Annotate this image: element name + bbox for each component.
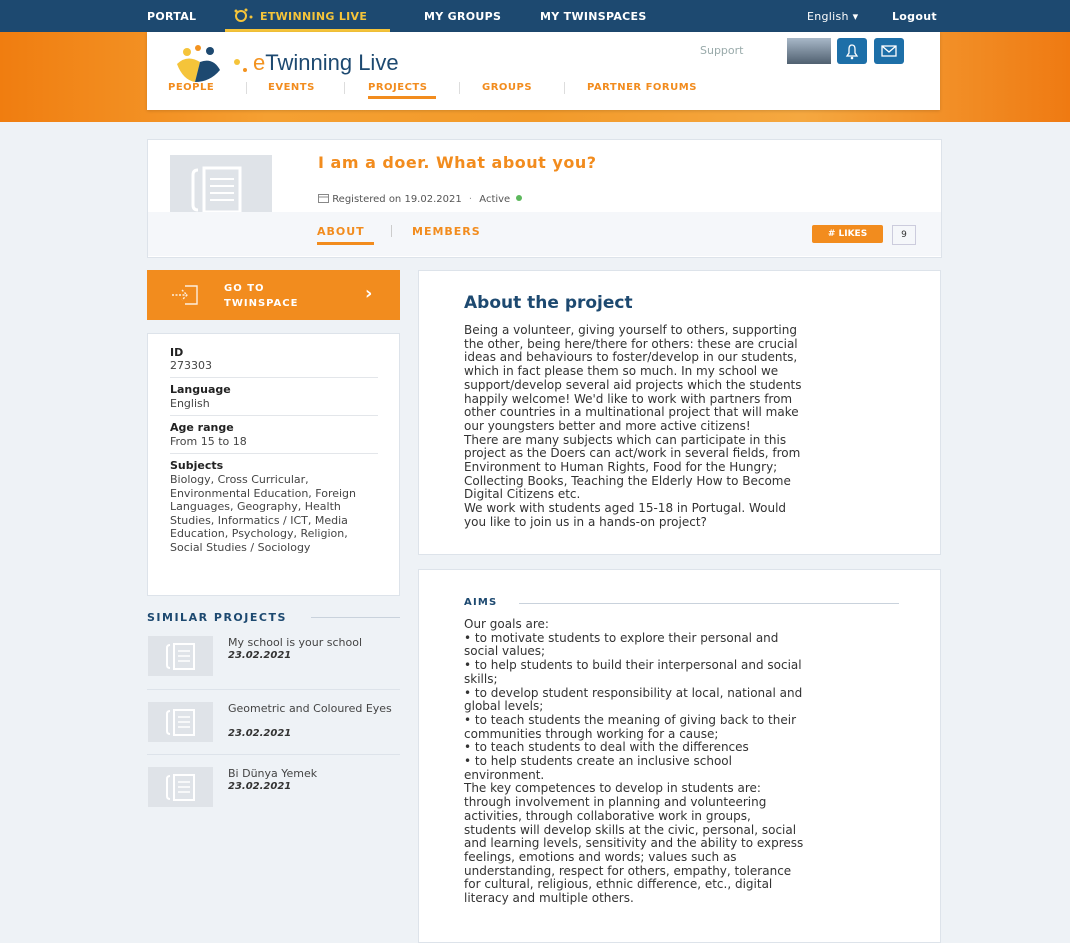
project-title: I am a doer. What about you? [318,153,597,172]
go-to-twinspace-button[interactable]: GO TO TWINSPACE › [147,270,400,320]
similar-project-title[interactable]: Bi Dünya Yemek [228,768,398,780]
similar-project-date: 23.02.2021 [228,650,292,661]
nav-my-twinspaces[interactable]: MY TWINSPACES [540,10,647,23]
etwinning-live-logo[interactable]: eTwinning Live [253,50,399,76]
similar-project-thumbnail[interactable] [148,636,213,676]
about-project-card: About the project Being a volunteer, giv… [418,270,941,555]
divider [147,754,400,755]
language-label: English [807,10,849,23]
etwinning-logo-icon [177,45,247,82]
aims-card: AIMS Our goals are: • to motivate studen… [418,569,941,943]
support-link[interactable]: Support [700,44,743,57]
top-navigation-bar: PORTAL ETWINNING LIVE MY GROUPS MY TWINS… [0,0,1070,32]
bell-icon [845,44,859,60]
nav-events[interactable]: EVENTS [268,82,315,93]
logout-link[interactable]: Logout [892,10,937,23]
projects-active-underline [368,96,436,99]
subjects-label: Subjects [170,459,224,472]
nav-my-groups[interactable]: MY GROUPS [424,10,501,23]
notifications-button[interactable] [837,38,867,64]
aims-text: Our goals are: • to motivate students to… [464,617,804,906]
registered-date: Registered on 19.02.2021 [332,194,462,205]
about-heading: About the project [464,293,633,313]
go-to-twinspace-label: GO TO TWINSPACE [224,281,298,311]
divider [170,377,378,378]
nav-separator [459,82,460,94]
similar-project-date: 23.02.2021 [228,781,292,792]
divider [170,453,378,454]
caret-down-icon: ▾ [852,10,859,23]
etwinning-star-icon [234,8,253,22]
nav-portal[interactable]: PORTAL [147,10,196,23]
language-label: Language [170,383,231,396]
status-text: Active [479,194,511,205]
age-range-value: From 15 to 18 [170,435,247,448]
language-value: English [170,397,210,410]
nav-partner-forums[interactable]: PARTNER FORUMS [587,82,697,93]
nav-groups[interactable]: GROUPS [482,82,532,93]
language-selector[interactable]: English ▾ [807,10,858,23]
similar-project-date: 23.02.2021 [228,728,292,739]
similar-project-title[interactable]: Geometric and Coloured Eyes [228,703,396,715]
id-label: ID [170,346,184,359]
document-icon [166,774,195,801]
id-value: 273303 [170,359,212,372]
tab-about[interactable]: ABOUT [317,225,365,238]
calendar-icon [318,194,329,203]
tab-separator [391,225,392,237]
age-range-label: Age range [170,421,234,434]
similar-project-title[interactable]: My school is your school [228,637,398,649]
tab-active-underline [317,242,374,245]
nav-separator [564,82,565,94]
nav-separator [344,82,345,94]
divider [147,689,400,690]
aims-heading: AIMS [464,597,498,608]
tab-members[interactable]: MEMBERS [412,225,481,238]
divider [170,415,378,416]
heading-rule [311,617,400,618]
logo-text: Twinning Live [265,50,399,75]
likes-count: 9 [892,225,916,245]
header-box: eTwinning Live Support PEOPLE EVENTS PRO… [147,32,940,110]
status-separator: · [468,194,473,205]
nav-people[interactable]: PEOPLE [168,82,214,93]
heading-rule [519,603,899,604]
subjects-value: Biology, Cross Curricular, Environmental… [170,473,357,554]
chevron-right-icon: › [365,283,373,304]
go-to-line1: GO TO [224,283,265,294]
project-info-card: ID 273303 Language English Age range Fro… [147,333,400,596]
registration-info: Registered on 19.02.2021 · Active [318,193,523,205]
envelope-icon [881,45,897,57]
similar-project-thumbnail[interactable] [148,702,213,742]
document-icon [166,643,195,670]
logo-e: e [253,50,266,75]
nav-projects[interactable]: PROJECTS [368,82,427,93]
similar-projects-heading: SIMILAR PROJECTS [147,611,287,624]
avatar[interactable] [787,38,831,64]
about-text: Being a volunteer, giving yourself to ot… [464,323,802,529]
messages-button[interactable] [874,38,904,64]
status-dot [516,195,523,201]
go-to-line2: TWINSPACE [224,298,299,309]
nav-separator [246,82,247,94]
document-icon [166,709,195,736]
nav-etwinning-live[interactable]: ETWINNING LIVE [260,10,367,23]
project-header-card: I am a doer. What about you? Registered … [147,139,942,258]
enter-door-icon [172,285,198,305]
likes-button[interactable]: # LIKES [812,225,883,243]
similar-project-thumbnail[interactable] [148,767,213,807]
